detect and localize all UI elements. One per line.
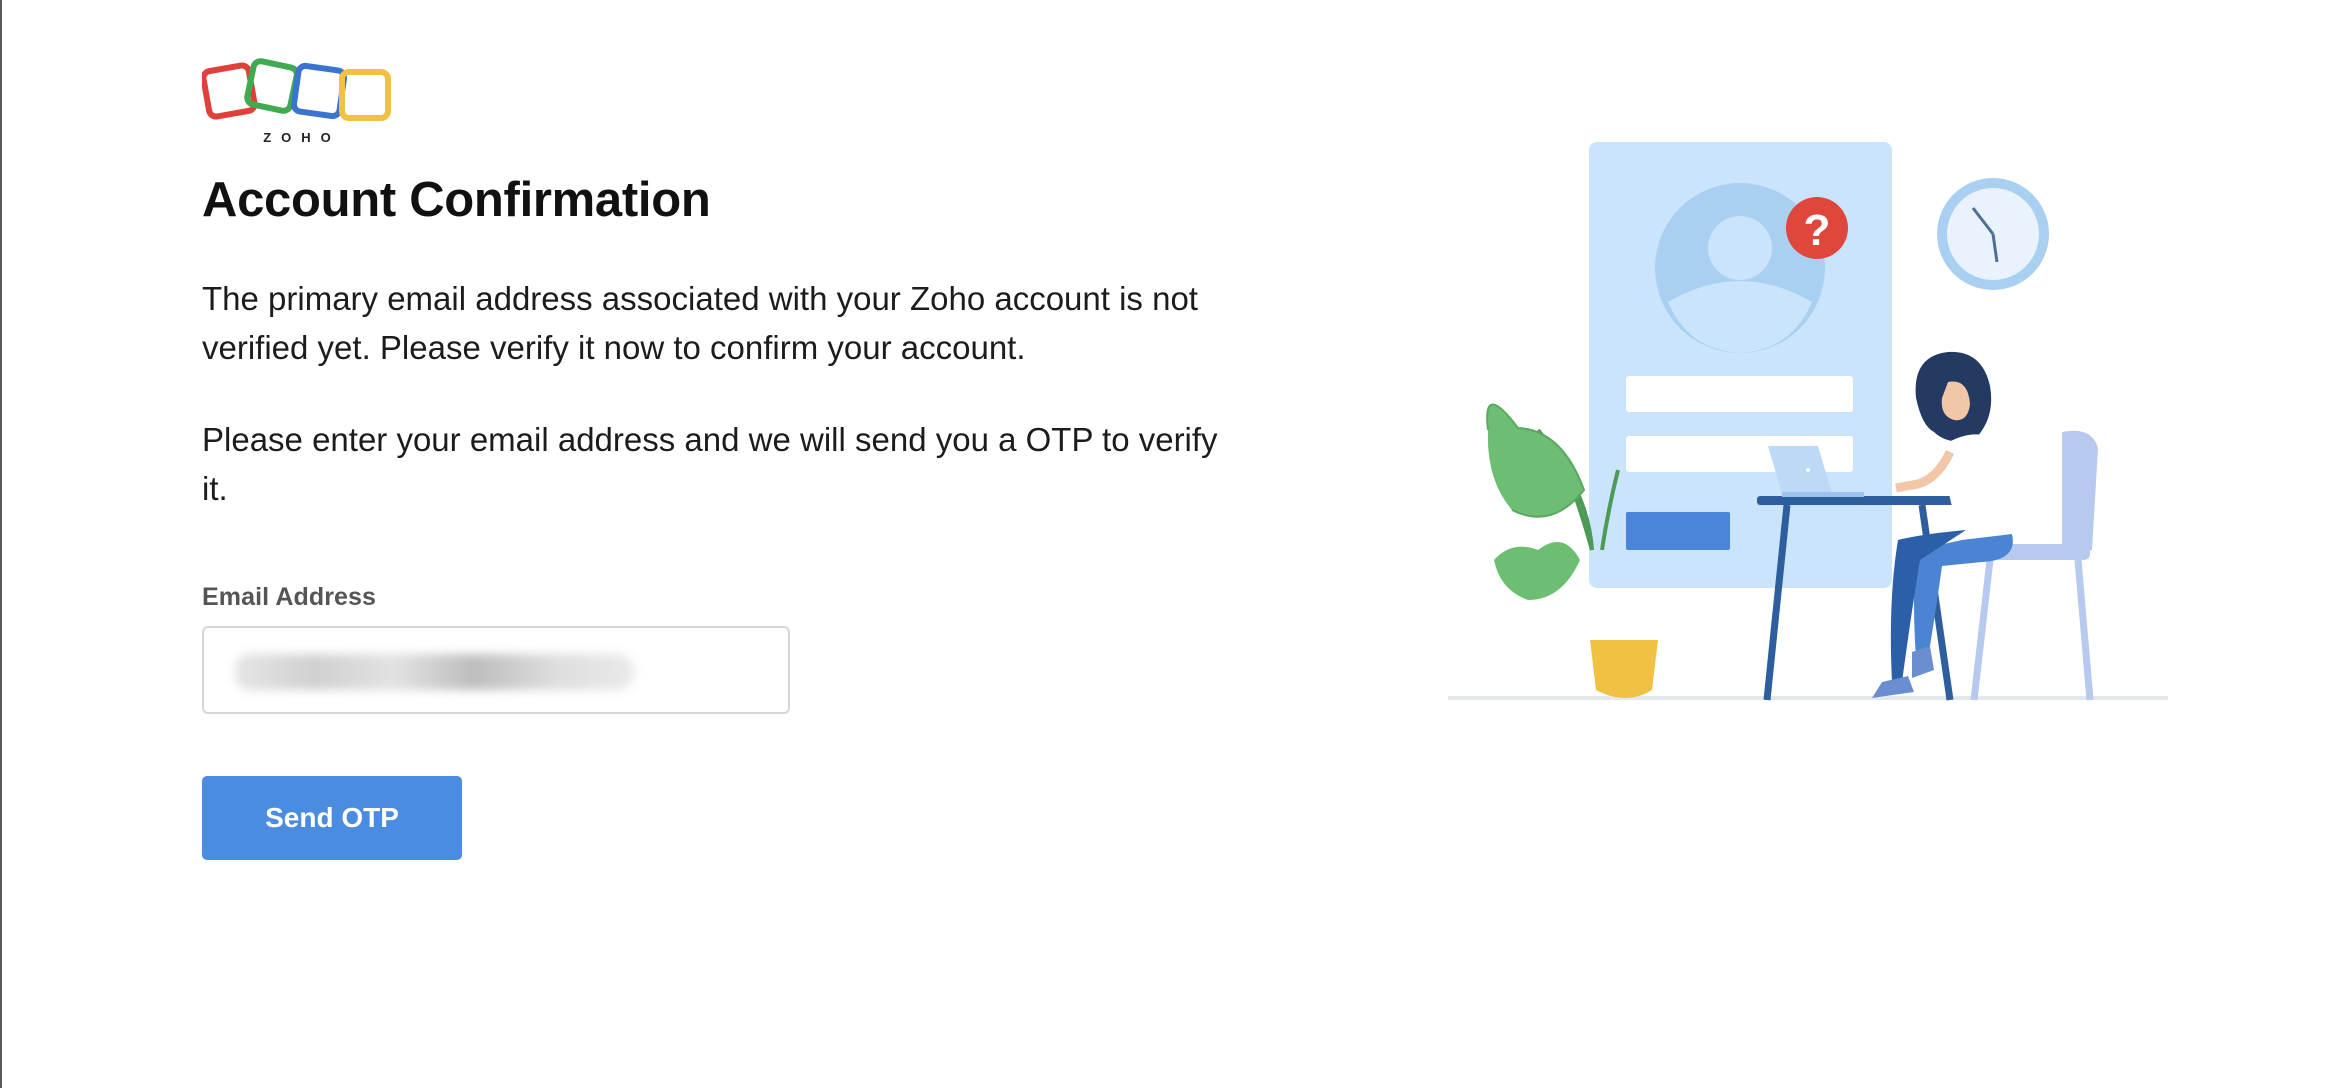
zoho-logo-wordmark: ZOHO — [263, 130, 341, 145]
email-value — [234, 653, 634, 690]
ground-line — [1448, 696, 2168, 700]
profile-card-icon — [1589, 142, 1892, 588]
illustration: ? — [1442, 130, 2182, 710]
question-mark: ? — [1804, 206, 1831, 255]
woman-at-desk-icon — [1872, 351, 2022, 698]
description-instruction: Please enter your email address and we w… — [202, 420, 1218, 507]
zoho-logo: ZOHO — [202, 58, 402, 148]
email-field-label: Email Address — [202, 582, 377, 611]
question-badge-icon: ? — [1786, 197, 1848, 259]
description-unverified: The primary email address associated wit… — [202, 279, 1198, 366]
page-title: Account Confirmation — [202, 173, 711, 227]
clock-icon — [1937, 178, 2049, 290]
confirmation-panel: ZOHO Account Confirmation The primary em… — [202, 58, 1262, 860]
account-confirmation-page: ZOHO Account Confirmation The primary em… — [0, 0, 2338, 1088]
illustration-svg: ? — [1448, 142, 2168, 701]
email-field[interactable] — [202, 625, 790, 714]
send-otp-button[interactable]: Send OTP — [202, 775, 462, 860]
zoho-logo-icon: ZOHO — [202, 58, 391, 145]
